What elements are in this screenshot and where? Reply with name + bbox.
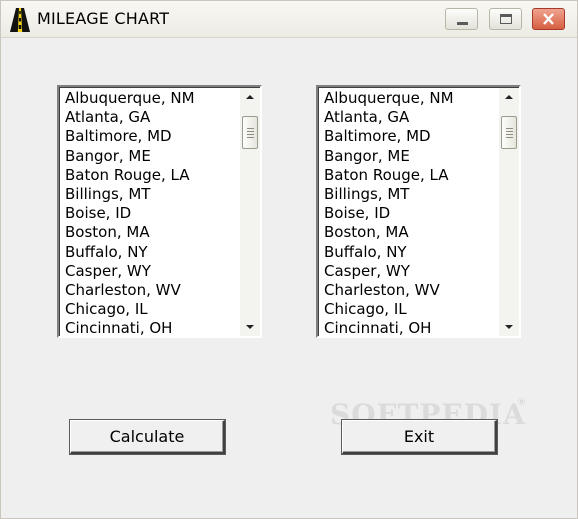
- destination-city-listbox[interactable]: Albuquerque, NM Atlanta, GA Baltimore, M…: [316, 85, 521, 338]
- scroll-thumb[interactable]: [242, 116, 258, 149]
- list-item[interactable]: Boston, MA: [65, 223, 237, 242]
- list-item[interactable]: Buffalo, NY: [324, 243, 496, 262]
- arrow-up-icon: [246, 95, 254, 99]
- list-item[interactable]: Albuquerque, NM: [65, 89, 237, 108]
- arrow-down-icon: [505, 325, 513, 329]
- list-item[interactable]: Casper, WY: [65, 262, 237, 281]
- list-item[interactable]: Chicago, IL: [65, 300, 237, 319]
- vertical-scrollbar[interactable]: [240, 88, 260, 336]
- arrow-up-icon: [505, 95, 513, 99]
- list-item[interactable]: Billings, MT: [65, 185, 237, 204]
- list-item[interactable]: Baltimore, MD: [324, 127, 496, 146]
- list-item[interactable]: Bangor, ME: [65, 147, 237, 166]
- minimize-button[interactable]: [445, 8, 478, 30]
- list-item[interactable]: Albuquerque, NM: [324, 89, 496, 108]
- scroll-down-button[interactable]: [499, 318, 519, 336]
- list-item[interactable]: Baton Rouge, LA: [324, 166, 496, 185]
- destination-city-list: Albuquerque, NM Atlanta, GA Baltimore, M…: [324, 89, 496, 336]
- scroll-down-button[interactable]: [240, 318, 260, 336]
- list-item[interactable]: Boise, ID: [324, 204, 496, 223]
- window-title: MILEAGE CHART: [37, 9, 170, 28]
- list-item[interactable]: Atlanta, GA: [65, 108, 237, 127]
- arrow-down-icon: [246, 325, 254, 329]
- list-item[interactable]: Bangor, ME: [324, 147, 496, 166]
- list-item[interactable]: Atlanta, GA: [324, 108, 496, 127]
- list-item[interactable]: Chicago, IL: [324, 300, 496, 319]
- list-item[interactable]: Cincinnati, OH: [324, 319, 496, 336]
- exit-button[interactable]: Exit: [342, 420, 497, 454]
- minimize-icon: [457, 22, 468, 25]
- origin-city-listbox[interactable]: Albuquerque, NM Atlanta, GA Baltimore, M…: [57, 85, 262, 338]
- list-item[interactable]: Billings, MT: [324, 185, 496, 204]
- vertical-scrollbar[interactable]: [499, 88, 519, 336]
- list-item[interactable]: Cincinnati, OH: [65, 319, 237, 336]
- app-window: MILEAGE CHART Albuquerque, NM Atlanta, G…: [0, 0, 578, 519]
- list-item[interactable]: Casper, WY: [324, 262, 496, 281]
- title-bar[interactable]: MILEAGE CHART: [1, 1, 577, 38]
- calculate-button[interactable]: Calculate: [70, 420, 225, 454]
- origin-city-list: Albuquerque, NM Atlanta, GA Baltimore, M…: [65, 89, 237, 336]
- maximize-icon: [500, 14, 512, 24]
- list-item[interactable]: Boston, MA: [324, 223, 496, 242]
- road-icon: [10, 8, 30, 32]
- list-item[interactable]: Buffalo, NY: [65, 243, 237, 262]
- list-item[interactable]: Baltimore, MD: [65, 127, 237, 146]
- scroll-up-button[interactable]: [499, 88, 519, 106]
- list-item[interactable]: Boise, ID: [65, 204, 237, 223]
- list-item[interactable]: Charleston, WV: [324, 281, 496, 300]
- scroll-thumb[interactable]: [501, 116, 517, 149]
- close-icon: [543, 13, 554, 25]
- list-item[interactable]: Charleston, WV: [65, 281, 237, 300]
- maximize-button[interactable]: [489, 8, 522, 30]
- close-button[interactable]: [532, 8, 565, 30]
- scroll-up-button[interactable]: [240, 88, 260, 106]
- list-item[interactable]: Baton Rouge, LA: [65, 166, 237, 185]
